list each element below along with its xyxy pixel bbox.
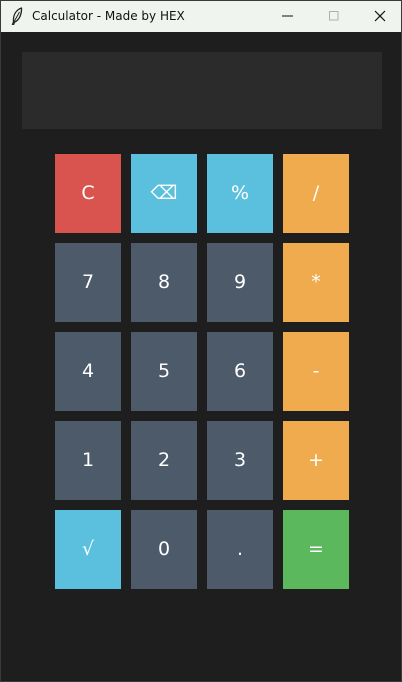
square-root-button[interactable]: √ <box>55 510 121 589</box>
digit-5-button[interactable]: 5 <box>131 332 197 411</box>
feather-icon <box>11 7 23 25</box>
backspace-button[interactable]: ⌫ <box>131 154 197 233</box>
digit-0-button[interactable]: 0 <box>131 510 197 589</box>
minimize-button[interactable] <box>265 1 311 32</box>
percent-button[interactable]: % <box>207 154 273 233</box>
digit-7-button[interactable]: 7 <box>55 243 121 322</box>
digit-4-button[interactable]: 4 <box>55 332 121 411</box>
add-button[interactable]: + <box>283 421 349 500</box>
maximize-button[interactable] <box>311 1 357 32</box>
maximize-icon <box>329 11 339 21</box>
digit-6-button[interactable]: 6 <box>207 332 273 411</box>
divide-button[interactable]: / <box>283 154 349 233</box>
close-button[interactable] <box>357 1 402 32</box>
clear-button[interactable]: C <box>55 154 121 233</box>
close-icon <box>374 10 386 22</box>
calculator-window: Calculator - Made by HEX C ⌫ % / 7 8 9 *… <box>0 0 402 682</box>
equals-button[interactable]: = <box>283 510 349 589</box>
decimal-point-button[interactable]: . <box>207 510 273 589</box>
digit-9-button[interactable]: 9 <box>207 243 273 322</box>
minimize-icon <box>282 15 293 17</box>
digit-3-button[interactable]: 3 <box>207 421 273 500</box>
subtract-button[interactable]: - <box>283 332 349 411</box>
calculator-display <box>22 52 382 129</box>
title-bar[interactable]: Calculator - Made by HEX <box>1 1 401 32</box>
digit-8-button[interactable]: 8 <box>131 243 197 322</box>
digit-2-button[interactable]: 2 <box>131 421 197 500</box>
window-title: Calculator - Made by HEX <box>32 9 185 23</box>
digit-1-button[interactable]: 1 <box>55 421 121 500</box>
multiply-button[interactable]: * <box>283 243 349 322</box>
